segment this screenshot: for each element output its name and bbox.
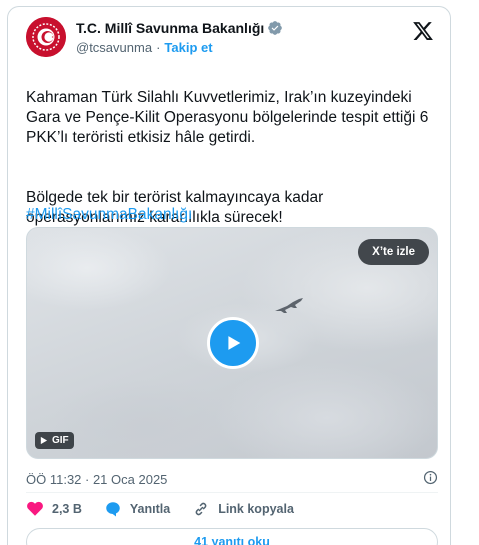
tweet-header: T.C. Millî Savunma Bakanlığı @tcsavunma … (26, 17, 434, 61)
copy-link-button[interactable]: Link kopyala (192, 500, 294, 518)
heart-icon (27, 501, 43, 516)
follow-button[interactable]: Takip et (164, 40, 212, 55)
account-handle[interactable]: @tcsavunma (76, 40, 152, 55)
like-button[interactable]: 2,3 B (26, 500, 82, 518)
link-icon (195, 502, 207, 516)
divider (26, 492, 438, 493)
gif-badge: GIF (35, 432, 74, 449)
copy-link-label: Link kopyala (218, 502, 294, 516)
account-names: T.C. Millî Savunma Bakanlığı @tcsavunma … (76, 19, 283, 56)
fighter-jet-icon (275, 298, 303, 313)
like-count: 2,3 B (52, 502, 82, 516)
video-media[interactable]: X’te izle GIF (26, 227, 438, 459)
tweet-card: T.C. Millî Savunma Bakanlığı @tcsavunma … (7, 6, 451, 545)
play-icon (228, 336, 241, 350)
handle-row: @tcsavunma · Takip et (76, 38, 283, 56)
verified-badge-icon (268, 20, 283, 35)
account-name[interactable]: T.C. Millî Savunma Bakanlığı (76, 20, 264, 36)
gif-label: GIF (52, 435, 69, 446)
action-bar: 2,3 B Yanıtla Link kopyala (26, 499, 316, 519)
reply-bubble-icon (106, 502, 120, 517)
read-replies-button[interactable]: 41 yanıtı oku (26, 528, 438, 545)
ministry-emblem-icon (26, 17, 66, 57)
watch-on-x-button[interactable]: X’te izle (358, 239, 429, 265)
name-row: T.C. Millî Savunma Bakanlığı (76, 19, 283, 36)
x-logo-icon[interactable] (412, 20, 434, 42)
info-icon[interactable] (423, 470, 438, 485)
reply-label: Yanıtla (129, 502, 171, 516)
play-small-icon (40, 436, 48, 445)
reply-button[interactable]: Yanıtla (104, 500, 170, 518)
hashtag-link[interactable]: #MillîSavunmaBakanlığı (26, 206, 192, 224)
play-button[interactable] (207, 317, 259, 369)
timestamp[interactable]: ÖÖ 11:32 · 21 Oca 2025 (26, 472, 167, 487)
tweet-paragraph-1: Kahraman Türk Silahlı Kuvvetlerimiz, Ira… (26, 89, 429, 146)
separator-dot: · (156, 39, 161, 55)
avatar[interactable] (26, 17, 66, 57)
